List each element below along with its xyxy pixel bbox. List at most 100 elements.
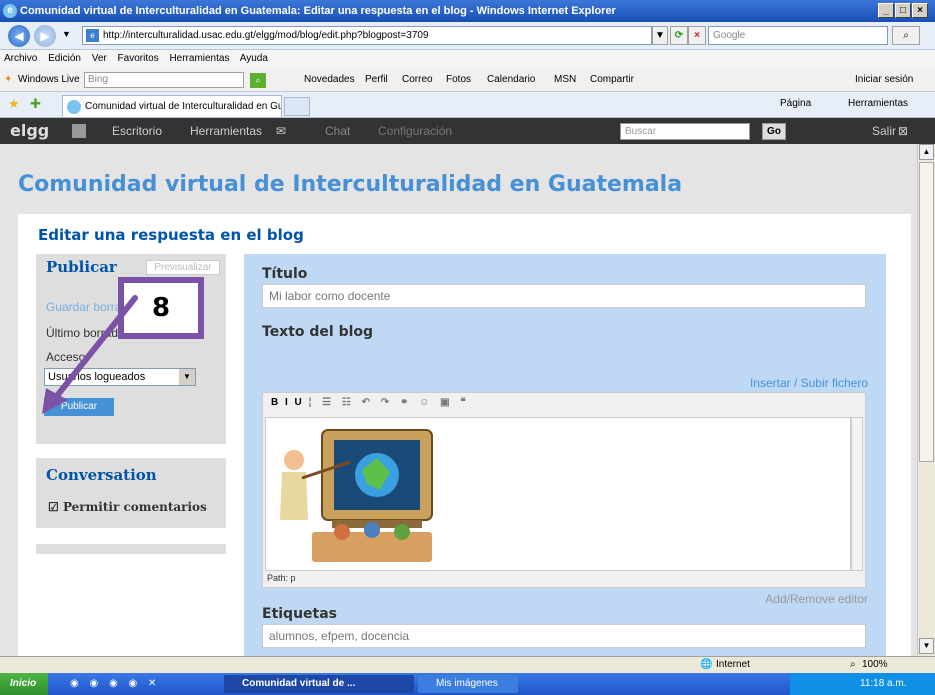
refresh-icon[interactable]: ⟳ — [670, 26, 688, 45]
task-mis-imagenes[interactable]: Mis imágenes — [418, 675, 518, 693]
windows-live-toolbar: ✦ Windows Live Bing ⌕ Novedades Perfil C… — [0, 68, 935, 92]
history-dropdown-icon[interactable]: ▼ — [62, 29, 71, 39]
site-title[interactable]: Comunidad virtual de Interculturalidad e… — [18, 172, 682, 197]
nav-chat[interactable]: Chat — [325, 118, 350, 144]
bing-search-input[interactable]: Bing — [84, 72, 244, 88]
menu-bar: Archivo Edición Ver Favoritos Herramient… — [0, 50, 935, 68]
mail-icon[interactable]: ✉ — [276, 118, 286, 144]
tools-page[interactable]: Página — [780, 98, 811, 109]
nav-configuracion[interactable]: Configuración — [378, 118, 452, 144]
blog-form: Título Mi labor como docente Texto del b… — [244, 254, 886, 656]
favorites-star-icon[interactable]: ★ — [8, 96, 20, 112]
live-link-fotos[interactable]: Fotos — [446, 68, 471, 92]
status-bar: 🌐 Internet ⌕ 100% — [0, 656, 935, 673]
editor-toolbar[interactable]: B I U ¦ ☰ ☷ ↶ ↷ ⚭ ☺ ▣ ❝ — [271, 397, 470, 408]
windows-live-icon: ✦ — [4, 74, 13, 85]
page-heading: Editar una respuesta en el blog — [38, 226, 304, 244]
tags-label: Etiquetas — [262, 606, 338, 622]
elgg-search-input[interactable]: Buscar — [620, 123, 750, 140]
taskbar: Inicio ◉ ◉ ◉ ◉ ✕ Comunidad virtual de ..… — [0, 673, 935, 695]
nav-herramientas[interactable]: Herramientas — [190, 118, 262, 144]
checkbox-checked-icon[interactable]: ☑ — [48, 500, 59, 514]
tools-herramientas[interactable]: Herramientas — [848, 98, 908, 109]
live-signin[interactable]: Iniciar sesión — [855, 68, 913, 92]
live-link-novedades[interactable]: Novedades — [304, 68, 355, 92]
scroll-up-icon[interactable]: ▲ — [919, 144, 934, 160]
user-avatar[interactable] — [72, 124, 86, 138]
globe-icon: 🌐 — [700, 659, 713, 670]
maximize-button[interactable]: □ — [895, 3, 911, 18]
browser-search-input[interactable]: Google — [708, 26, 888, 45]
menu-ver[interactable]: Ver — [92, 53, 107, 64]
live-link-correo[interactable]: Correo — [402, 68, 433, 92]
conversation-heading: Conversation — [46, 466, 157, 484]
zoom-level[interactable]: 100% — [862, 657, 888, 673]
window-titlebar: e Comunidad virtual de Interculturalidad… — [0, 0, 935, 22]
live-link-compartir[interactable]: Compartir — [590, 68, 634, 92]
editor-toolbar-icons[interactable]: ¦ ☰ ☷ ↶ ↷ ⚭ ☺ ▣ ❝ — [309, 397, 470, 408]
sidebar-footer — [36, 544, 226, 554]
zoom-icon: ⌕ — [850, 659, 856, 670]
scroll-thumb[interactable] — [919, 162, 934, 462]
windows-live-label[interactable]: Windows Live — [18, 68, 80, 92]
tags-input[interactable]: alumnos, efpem, docencia — [262, 624, 866, 648]
tab-title: Comunidad virtual de Interculturalidad e… — [85, 101, 281, 112]
live-link-calendario[interactable]: Calendario — [487, 68, 535, 92]
live-link-msn[interactable]: MSN — [554, 68, 576, 92]
body-label: Texto del blog — [262, 324, 374, 340]
add-remove-editor-link[interactable]: Add/Remove editor — [765, 592, 868, 606]
address-bar[interactable]: e http://interculturalidad.usac.edu.gt/e… — [82, 26, 652, 45]
add-favorites-icon[interactable]: ✚ — [30, 96, 41, 112]
chevron-down-icon: ▼ — [179, 369, 195, 385]
menu-edicion[interactable]: Edición — [48, 53, 81, 64]
back-icon[interactable]: ◀ — [8, 25, 30, 47]
task-comunidad[interactable]: Comunidad virtual de ... — [224, 675, 414, 693]
tab-ie-icon — [67, 100, 81, 114]
live-search-icon[interactable]: ⌕ — [250, 73, 266, 88]
title-input[interactable]: Mi labor como docente — [262, 284, 866, 308]
page-scrollbar[interactable]: ▲ ▼ — [917, 144, 935, 656]
address-toolbar: ◀ ▶ ▼ e http://interculturalidad.usac.ed… — [0, 22, 935, 50]
stop-icon[interactable]: × — [688, 26, 706, 45]
go-button[interactable]: Go — [762, 123, 786, 140]
tab-current[interactable]: Comunidad virtual de Interculturalidad e… — [62, 95, 282, 117]
preview-button[interactable]: Previsualizar — [146, 260, 220, 275]
search-icon[interactable]: ⌕ — [892, 26, 920, 45]
live-link-perfil[interactable]: Perfil — [365, 68, 388, 92]
zone-label: Internet — [716, 659, 750, 670]
editor-content-area[interactable] — [265, 417, 851, 571]
allow-comments-row[interactable]: ☑ Permitir comentarios — [48, 500, 207, 514]
allow-comments-label: Permitir comentarios — [62, 500, 207, 514]
nav-escritorio[interactable]: Escritorio — [112, 118, 162, 144]
ie-icon: e — [3, 4, 17, 18]
format-buttons[interactable]: B I U — [271, 397, 304, 408]
system-tray: 11:18 a.m. — [790, 673, 935, 695]
tab-bar: ★ ✚ Comunidad virtual de Interculturalid… — [0, 92, 935, 118]
scroll-down-icon[interactable]: ▼ — [919, 638, 934, 654]
logout-link[interactable]: Salir — [872, 118, 896, 144]
new-tab-button[interactable] — [284, 97, 310, 116]
editor-scrollbar[interactable] — [851, 417, 863, 571]
rich-text-editor[interactable]: B I U ¦ ☰ ☷ ↶ ↷ ⚭ ☺ ▣ ❝ Path: p — [262, 392, 866, 588]
title-label: Título — [262, 266, 308, 282]
insert-file-link[interactable]: Insertar / Subir fichero — [750, 376, 868, 390]
logout-icon[interactable]: ⊠ — [898, 118, 908, 144]
elgg-logo[interactable]: elgg — [10, 118, 49, 144]
menu-ayuda[interactable]: Ayuda — [240, 53, 268, 64]
annotation-arrow-icon — [42, 295, 138, 414]
close-button[interactable]: × — [912, 3, 928, 18]
page-icon: e — [86, 29, 99, 42]
forward-icon[interactable]: ▶ — [34, 25, 56, 47]
minimize-button[interactable]: _ — [878, 3, 894, 18]
teacher-clipart-image — [280, 429, 433, 562]
start-button[interactable]: Inicio — [0, 673, 48, 695]
menu-favoritos[interactable]: Favoritos — [118, 53, 159, 64]
address-dropdown-icon[interactable]: ▼ — [652, 26, 668, 45]
elgg-topbar: elgg Escritorio Herramientas ✉ Chat Conf… — [0, 118, 935, 144]
quick-launch-icons[interactable]: ◉ ◉ ◉ ◉ ✕ — [70, 673, 160, 695]
editor-path: Path: p — [267, 573, 296, 583]
publish-heading: Publicar — [46, 258, 117, 276]
menu-herramientas[interactable]: Herramientas — [169, 53, 229, 64]
menu-archivo[interactable]: Archivo — [4, 53, 37, 64]
window-title: Comunidad virtual de Interculturalidad e… — [20, 5, 616, 17]
